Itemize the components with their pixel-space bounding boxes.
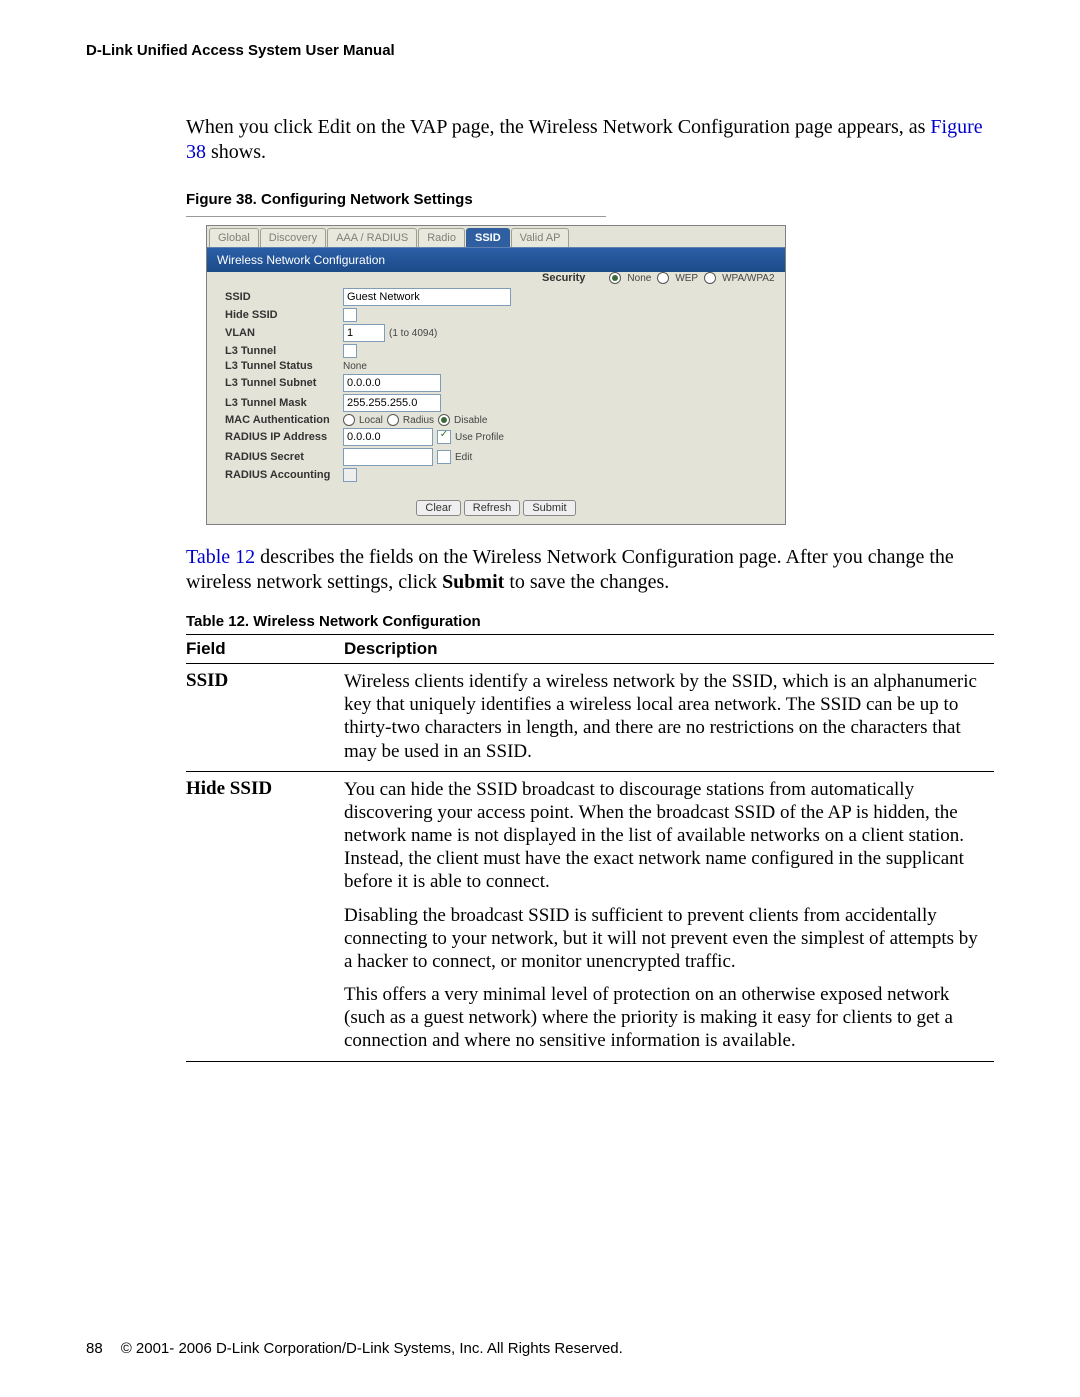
l3-tunnel-mask-input[interactable] [343,394,441,412]
mac-auth-radio-disable[interactable] [438,414,450,426]
security-radio-wpa[interactable] [704,272,716,284]
submit-strong: Submit [442,571,504,593]
running-header: D-Link Unified Access System User Manual [86,42,994,59]
copyright-text: © 2001- 2006 D-Link Corporation/D-Link S… [121,1340,623,1357]
use-profile-checkbox[interactable] [437,430,451,444]
field-name-hide-ssid: Hide SSID [186,771,344,1061]
radius-ip-label: RADIUS IP Address [225,431,343,443]
security-opt-wep: WEP [675,273,698,284]
tab-radio[interactable]: Radio [418,228,465,247]
col-desc: Description [344,635,994,664]
mac-auth-radio-radius[interactable] [387,414,399,426]
security-opt-none: None [627,273,651,284]
tab-global[interactable]: Global [209,228,259,247]
security-radio-wep[interactable] [657,272,669,284]
l3-tunnel-label: L3 Tunnel [225,345,343,357]
security-opt-wpa: WPA/WPA2 [722,273,774,284]
tab-discovery[interactable]: Discovery [260,228,326,247]
post-figure-paragraph: Table 12 describes the fields on the Wir… [186,545,994,595]
tab-aaa-radius[interactable]: AAA / RADIUS [327,228,417,247]
radius-acct-label: RADIUS Accounting [225,469,343,481]
radius-acct-checkbox[interactable] [343,468,357,482]
field-name-ssid: SSID [186,664,344,772]
clear-button[interactable]: Clear [416,500,460,516]
l3-tunnel-mask-label: L3 Tunnel Mask [225,397,343,409]
use-profile-label: Use Profile [455,432,504,443]
page-footer: 88 © 2001- 2006 D-Link Corporation/D-Lin… [86,1340,994,1357]
vlan-hint: (1 to 4094) [389,328,437,339]
mac-auth-radio-local[interactable] [343,414,355,426]
l3-tunnel-subnet-input[interactable] [343,374,441,392]
security-label: Security [542,272,585,284]
radius-ip-input[interactable] [343,428,433,446]
tab-bar: Global Discovery AAA / RADIUS Radio SSID… [207,226,785,247]
intro-text-pre: When you click Edit on the VAP page, the… [186,116,930,138]
mac-auth-opt-radius: Radius [403,415,434,426]
l3-tunnel-subnet-label: L3 Tunnel Subnet [225,377,343,389]
table-caption: Table 12. Wireless Network Configuration [186,613,994,630]
mac-auth-label: MAC Authentication [225,414,343,426]
intro-paragraph: When you click Edit on the VAP page, the… [186,115,994,165]
hide-ssid-desc-p2: Disabling the broadcast SSID is sufficie… [344,904,986,974]
mac-auth-opt-local: Local [359,415,383,426]
ssid-desc-p1: Wireless clients identify a wireless net… [344,670,986,763]
hide-ssid-desc-p1: You can hide the SSID broadcast to disco… [344,778,986,894]
vlan-label: VLAN [225,327,343,339]
hide-ssid-label: Hide SSID [225,309,343,321]
radius-secret-edit-checkbox[interactable] [437,450,451,464]
post-figure-text-tail: to save the changes. [504,571,669,593]
security-radio-none[interactable] [609,272,621,284]
hide-ssid-checkbox[interactable] [343,308,357,322]
ssid-label: SSID [225,291,343,303]
intro-text-post: shows. [206,141,266,163]
tab-valid-ap[interactable]: Valid AP [511,228,570,247]
table-row: SSID Wireless clients identify a wireles… [186,664,994,772]
button-row: Clear Refresh Submit [207,494,785,524]
radius-secret-input[interactable] [343,448,433,466]
vlan-input[interactable] [343,324,385,342]
l3-tunnel-status-value: None [343,361,367,372]
screenshot-panel: Global Discovery AAA / RADIUS Radio SSID… [206,225,786,525]
radius-secret-edit-label: Edit [455,452,472,463]
l3-tunnel-checkbox[interactable] [343,344,357,358]
field-table: Field Description SSID Wireless clients … [186,634,994,1062]
ssid-input[interactable] [343,288,511,306]
radius-secret-label: RADIUS Secret [225,451,343,463]
hide-ssid-desc-p3: This offers a very minimal level of prot… [344,983,986,1053]
panel-titlebar: Wireless Network Configuration [207,247,785,272]
table-12-link[interactable]: Table 12 [186,546,255,568]
field-desc-ssid: Wireless clients identify a wireless net… [344,664,994,772]
field-desc-hide-ssid: You can hide the SSID broadcast to disco… [344,771,994,1061]
figure-rule [186,216,606,217]
figure-caption: Figure 38. Configuring Network Settings [186,191,994,208]
page-number: 88 [86,1340,103,1357]
refresh-button[interactable]: Refresh [464,500,521,516]
tab-ssid[interactable]: SSID [466,228,510,247]
col-field: Field [186,635,344,664]
table-row: Hide SSID You can hide the SSID broadcas… [186,771,994,1061]
submit-button[interactable]: Submit [523,500,575,516]
mac-auth-opt-disable: Disable [454,415,487,426]
l3-tunnel-status-label: L3 Tunnel Status [225,360,343,372]
